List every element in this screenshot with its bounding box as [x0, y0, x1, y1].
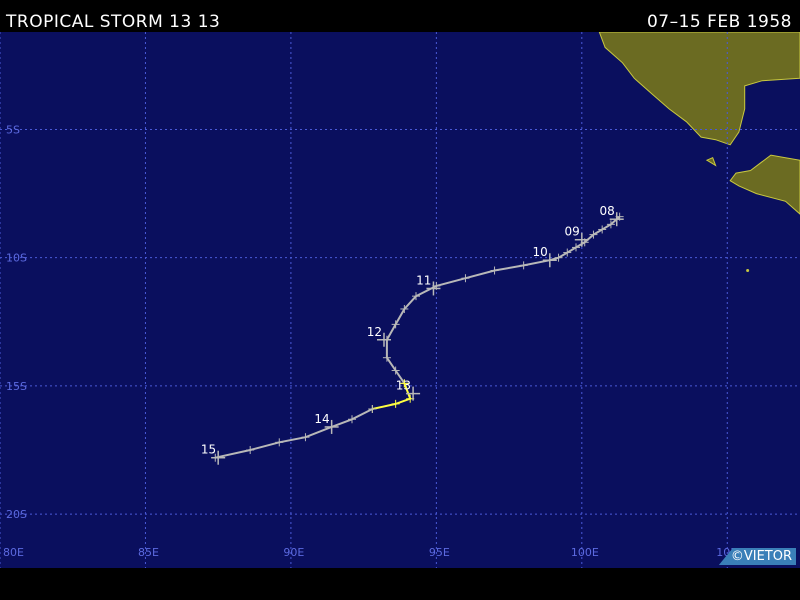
lon-label: 95E [429, 546, 450, 559]
storm-title: TROPICAL STORM 13 13 [6, 12, 221, 32]
day-label: 08 [599, 204, 614, 218]
lon-label: 100E [571, 546, 599, 559]
day-label: 13 [396, 379, 411, 393]
day-label: 11 [416, 273, 431, 287]
lat-label: 20S [6, 508, 27, 521]
storm-date-range: 07–15 FEB 1958 [646, 12, 792, 32]
lon-label: 85E [138, 546, 159, 559]
day-label: 12 [367, 325, 382, 339]
christmas-island [746, 269, 750, 273]
lat-label: 15S [6, 380, 27, 393]
lon-label: 90E [283, 546, 304, 559]
lon-label: 80E [3, 546, 24, 559]
lat-label: 10S [6, 252, 27, 265]
lat-label: 5S [6, 123, 20, 136]
day-label: 10 [533, 245, 548, 259]
track-map[interactable]: 5S10S15S20S80E85E90E95E100E105E 08091011… [0, 32, 800, 568]
day-label: 09 [565, 225, 580, 239]
day-label: 15 [201, 443, 216, 457]
day-label: 14 [314, 412, 329, 426]
